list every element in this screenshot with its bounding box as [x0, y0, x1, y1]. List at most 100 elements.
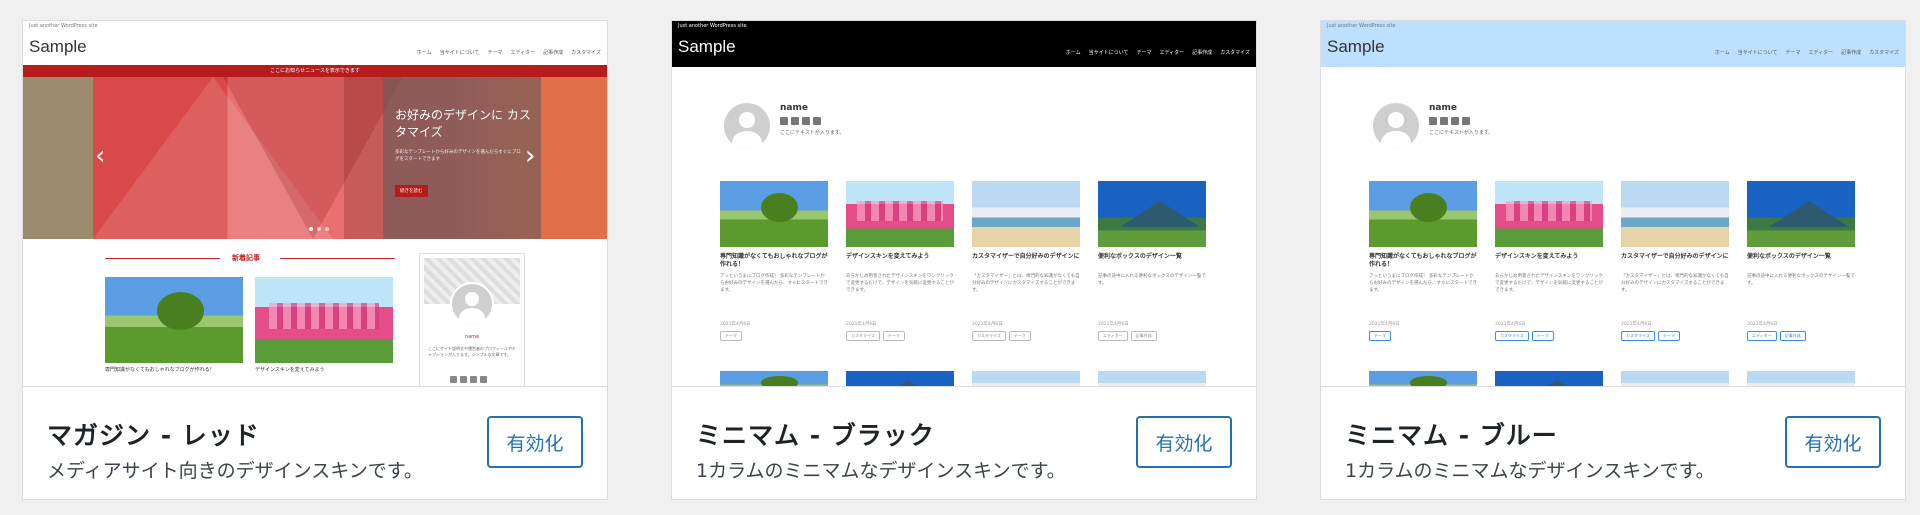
post-date: 2021年4月6日	[1621, 322, 1652, 327]
skin-meta: ミニマム - ブルー 1カラムのミニマムなデザインスキンです。 有効化	[1321, 388, 1905, 500]
profile-name: name	[780, 103, 808, 113]
tag: エディター	[1098, 331, 1128, 341]
post-thumbnail	[720, 181, 828, 247]
post-date: 2021年4月6日	[1369, 322, 1400, 327]
section-heading-label: 新着記事	[232, 254, 260, 262]
preview-header: Just another WordPress site Sample ホーム 当…	[1321, 21, 1905, 67]
preview-logo: Sample	[1327, 37, 1385, 56]
preview-header: Just another WordPress site Sample ホーム 当…	[672, 21, 1256, 67]
preview-nav-item: 当サイトについて	[1737, 50, 1778, 56]
social-icons	[1429, 117, 1470, 125]
post-thumbnail	[1369, 181, 1477, 247]
skin-title: マガジン - レッド	[47, 421, 260, 450]
tag: 記事作成	[1130, 331, 1157, 341]
activate-button[interactable]: 有効化	[487, 416, 583, 468]
post-thumbnail	[1621, 371, 1729, 386]
post-title: 専門知識がなくてもおしゃれなブログが作れる！	[1369, 253, 1477, 268]
post-tags: エディター 記事作成	[1098, 331, 1157, 341]
slide-button: 続きを読む	[395, 185, 428, 197]
preview-nav: ホーム 当サイトについて テーマ エディター 記事作成 カスタマイズ	[1715, 49, 1899, 56]
preview-tagline: Just another WordPress site	[1327, 23, 1396, 29]
preview-nav: ホーム 当サイトについて テーマ エディター 記事作成 カスタマイズ	[1066, 49, 1250, 56]
post-tags: テーマ	[1369, 331, 1391, 341]
post-date: 2021年4月6日	[1098, 322, 1129, 327]
preview-slider: お好みのデザインに カスタマイズ 多彩なテンプレートから好みのデザインを選んだら…	[23, 77, 607, 239]
post-caption: 専門知識がなくてもおしゃれなブログが作れる！	[105, 367, 215, 373]
skin-preview: Just another WordPress site Sample ホーム 当…	[672, 21, 1256, 387]
post-thumbnail	[1098, 371, 1206, 386]
post-thumbnail	[972, 181, 1080, 247]
preview-nav-item: エディター	[510, 50, 536, 56]
preview-nav-item: 記事作成	[1192, 50, 1213, 56]
preview-nav-item: ホーム	[1714, 50, 1730, 56]
preview-nav-item: エディター	[1159, 50, 1185, 56]
preview-nav-item: 記事作成	[1841, 50, 1862, 56]
preview-nav-item: テーマ	[487, 50, 503, 56]
slide-title: お好みのデザインに カスタマイズ	[395, 108, 531, 139]
post-thumbnail	[846, 371, 954, 386]
post-tags: カスタマイズ テーマ	[1495, 331, 1554, 341]
tag: テーマ	[882, 331, 905, 341]
chevron-right-icon: ›	[525, 141, 536, 171]
preview-nav-item: ホーム	[1065, 50, 1081, 56]
preview-nav-item: テーマ	[1785, 50, 1801, 56]
skin-meta: ミニマム - ブラック 1カラムのミニマムなデザインスキンです。 有効化	[672, 388, 1256, 500]
post-tags: テーマ	[720, 331, 742, 341]
section-heading: 新着記事	[105, 253, 395, 263]
tag: テーマ	[1369, 331, 1391, 341]
profile-text: ここにサイト説明文や運営者のプロフィールやキャプションが入ります。シンプルな文章…	[428, 346, 516, 357]
post-title: 便利なボックスのデザイン一覧	[1747, 253, 1831, 260]
skin-card-minimal-black: Just another WordPress site Sample ホーム 当…	[671, 20, 1257, 500]
tag: テーマ	[720, 331, 742, 341]
tag: エディター	[1747, 331, 1777, 341]
post-excerpt: 「カスタマイザー」とは、専門的な知識がなくても自分好みのデザインにカスタマイズす…	[972, 274, 1080, 293]
post-tags: エディター 記事作成	[1747, 331, 1806, 341]
post-excerpt: アッというまにブログ作成！ 多彩なテンプレートからお好みのデザインを選んだら、す…	[720, 274, 828, 293]
preview-nav-item: 当サイトについて	[439, 50, 480, 56]
post-thumbnail	[1747, 181, 1855, 247]
activate-button[interactable]: 有効化	[1785, 416, 1881, 468]
skin-description: メディアサイト向きのデザインスキンです。	[47, 460, 423, 482]
post-title: カスタマイザーで自分好みのデザインに	[1621, 253, 1729, 260]
activate-button[interactable]: 有効化	[1136, 416, 1232, 468]
chevron-left-icon: ‹	[95, 141, 106, 171]
tag: 記事作成	[1779, 331, 1806, 341]
skin-title: ミニマム - ブルー	[1345, 421, 1558, 450]
preview-nav-item: エディター	[1808, 50, 1834, 56]
tag: テーマ	[1531, 331, 1554, 341]
post-date: 2021年4月6日	[846, 322, 877, 327]
tag: テーマ	[1008, 331, 1031, 341]
profile-name: name	[464, 334, 480, 340]
social-icons	[780, 117, 821, 125]
preview-tagline: Just another WordPress site	[29, 23, 98, 29]
post-date: 2021年4月6日	[1747, 322, 1778, 327]
post-tags: カスタマイズ テーマ	[846, 331, 905, 341]
slider-dots	[309, 227, 329, 231]
post-tags: カスタマイズ テーマ	[1621, 331, 1680, 341]
slide-text: 多彩なテンプレートから好みのデザインを選んだらすぐにブログをスタートできます	[395, 150, 521, 162]
slide-overlay: お好みのデザインに カスタマイズ 多彩なテンプレートから好みのデザインを選んだら…	[383, 77, 541, 239]
post-title: デザインスキンを変えてみよう	[1495, 253, 1579, 260]
preview-tagline: Just another WordPress site	[678, 23, 747, 29]
post-title: カスタマイザーで自分好みのデザインに	[972, 253, 1080, 260]
preview-notice-bar: ここにお知らせニュースを表示できます	[23, 65, 607, 77]
avatar	[450, 282, 494, 326]
post-thumbnail	[1747, 371, 1855, 386]
post-excerpt: あらかじめ用意されたデザインスキンをワンクリックで変更するだけで、デザインを気軽…	[1495, 274, 1603, 293]
preview-nav-item: カスタマイズ	[1220, 50, 1250, 56]
post-date: 2021年4月6日	[720, 322, 751, 327]
skin-preview: Just another WordPress site Sample ホーム 当…	[1321, 21, 1905, 387]
social-icons	[450, 376, 487, 383]
post-date: 2021年4月6日	[1495, 322, 1526, 327]
preview-nav-item: テーマ	[1136, 50, 1152, 56]
skin-description: 1カラムのミニマムなデザインスキンです。	[1345, 460, 1715, 482]
post-thumbnail	[1495, 371, 1603, 386]
post-thumbnail	[1098, 181, 1206, 247]
post-thumbnail	[972, 371, 1080, 386]
skin-meta: マガジン - レッド メディアサイト向きのデザインスキンです。 有効化	[23, 388, 607, 500]
preview-nav-item: カスタマイズ	[1869, 50, 1899, 56]
preview-nav-item: ホーム	[416, 50, 432, 56]
post-caption: デザインスキンを変えてみよう	[255, 367, 325, 373]
post-excerpt: 記事の途中に入れる便利なボックスのデザイン一覧です。	[1747, 274, 1855, 286]
post-excerpt: 「カスタマイザー」とは、専門的な知識がなくても自分好みのデザインにカスタマイズす…	[1621, 274, 1729, 293]
